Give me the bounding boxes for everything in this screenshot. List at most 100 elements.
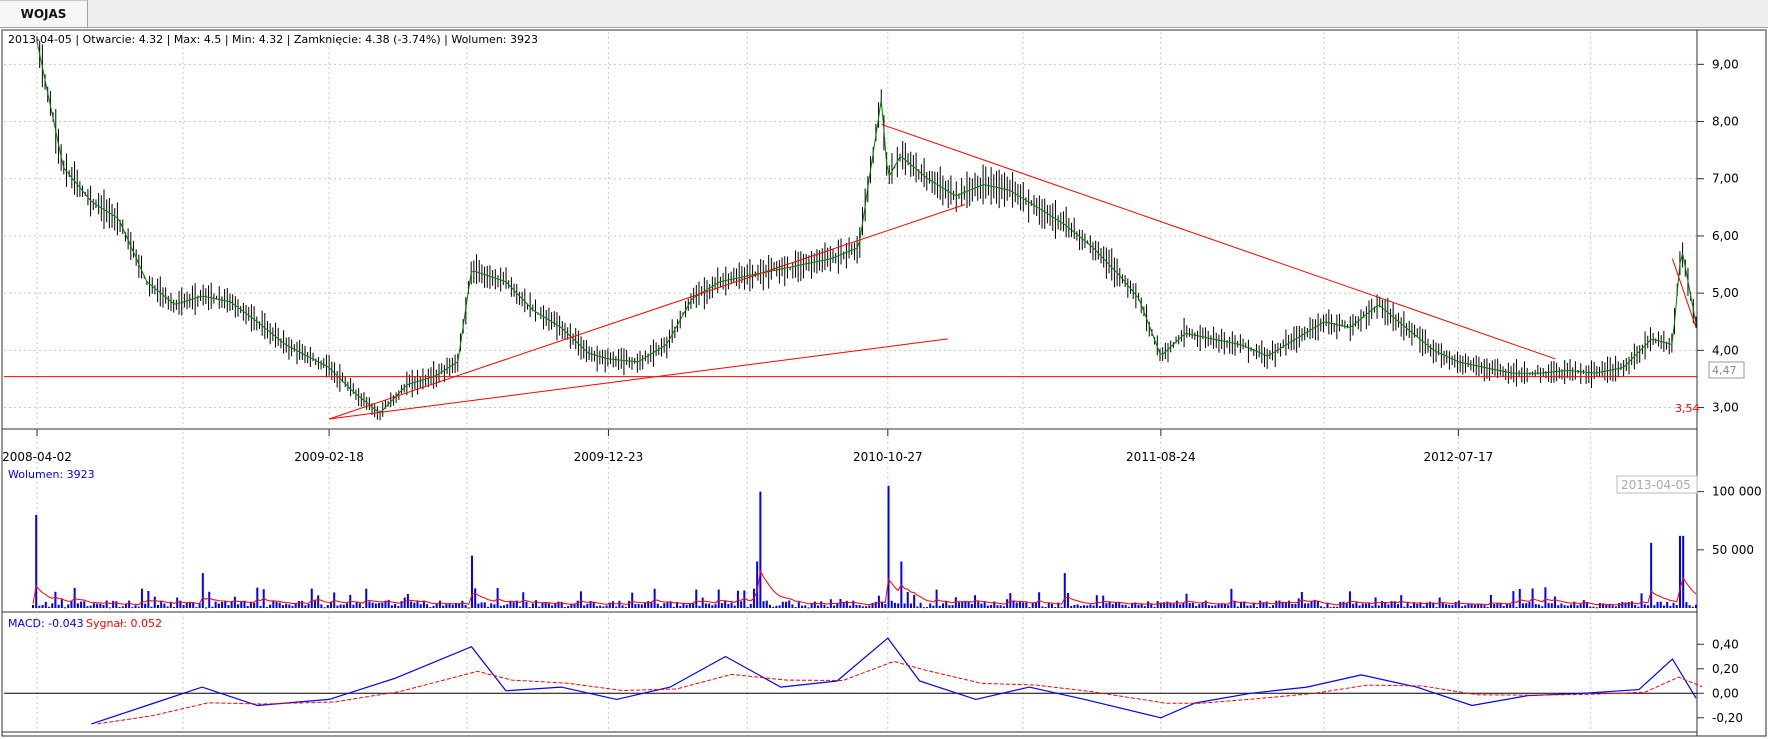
- volume-bar: [595, 606, 598, 608]
- price-y-tick-label: 4,00: [1712, 343, 1739, 357]
- volume-bar: [89, 605, 92, 608]
- volume-bar: [346, 603, 349, 608]
- volume-bar: [1595, 607, 1598, 609]
- volume-bar: [1179, 604, 1182, 608]
- volume-bar: [1682, 535, 1685, 608]
- volume-bar: [1326, 603, 1329, 608]
- volume-bar: [1227, 605, 1230, 608]
- volume-bar: [1047, 602, 1050, 608]
- volume-bar: [871, 602, 874, 608]
- volume-bar: [128, 600, 131, 608]
- volume-bar: [1521, 603, 1524, 608]
- volume-bar: [1214, 605, 1217, 608]
- volume-bar: [765, 600, 768, 608]
- tab-wojas[interactable]: WOJAS: [0, 0, 88, 27]
- volume-bar: [935, 589, 938, 608]
- volume-bar: [464, 605, 467, 608]
- volume-bar: [246, 605, 249, 608]
- volume-bar: [592, 602, 595, 608]
- volume-bar: [320, 604, 323, 608]
- volume-bar: [1483, 605, 1486, 608]
- volume-bar: [775, 605, 778, 608]
- volume-bar: [201, 573, 204, 608]
- volume-bar: [922, 607, 925, 609]
- volume-bar: [493, 604, 496, 608]
- chart-area[interactable]: 2008-04-02 2009-02-18 2009-12-23 2010-10-27…: [0, 28, 1768, 739]
- volume-bar: [861, 606, 864, 608]
- volume-bar: [999, 605, 1002, 608]
- volume-bar: [1115, 602, 1118, 608]
- volume-bar: [1461, 606, 1464, 608]
- volume-bar: [1223, 604, 1226, 608]
- x-tick-label: 2012-07-17: [1423, 450, 1493, 464]
- volume-bar: [445, 604, 448, 608]
- volume-bar: [1169, 603, 1172, 608]
- volume-bar: [1076, 604, 1079, 608]
- volume-bar: [378, 602, 381, 608]
- volume-bar: [1662, 605, 1665, 608]
- volume-bar: [631, 592, 634, 608]
- volume-bar: [938, 605, 941, 608]
- price-y-tick-label: 8,00: [1712, 115, 1739, 129]
- volume-bar: [1352, 603, 1355, 608]
- volume-bar: [1397, 604, 1400, 608]
- volume-bar: [772, 606, 775, 608]
- volume-bar: [519, 606, 522, 608]
- volume-bar: [551, 605, 554, 608]
- volume-bar: [1015, 602, 1018, 608]
- volume-bar: [865, 606, 868, 608]
- volume-bar: [554, 603, 557, 608]
- volume-bar: [1560, 603, 1563, 608]
- volume-bar: [426, 604, 429, 608]
- volume-bar: [688, 603, 691, 608]
- volume-bar: [362, 607, 365, 609]
- volume-bar: [951, 605, 954, 608]
- volume-bar: [429, 607, 432, 609]
- volume-bar: [172, 606, 175, 608]
- volume-bar: [855, 604, 858, 608]
- volume-bar: [285, 603, 288, 608]
- volume-y-tick-label: 100 000: [1712, 485, 1762, 499]
- volume-bar: [1477, 603, 1480, 608]
- price-y-tick-label: 6,00: [1712, 229, 1739, 243]
- volume-bar: [1153, 606, 1156, 608]
- volume-bar: [240, 601, 243, 608]
- volume-bar: [538, 606, 541, 608]
- volume-bar: [1073, 604, 1076, 608]
- volume-bar: [711, 605, 714, 608]
- volume-bar: [563, 607, 566, 609]
- volume-bar: [1175, 600, 1178, 608]
- volume-bar: [1544, 587, 1547, 608]
- volume-bar: [390, 605, 393, 608]
- volume-bar: [435, 603, 438, 608]
- volume-bar: [326, 604, 329, 608]
- volume-bar: [1092, 605, 1095, 608]
- volume-bar: [1294, 603, 1297, 608]
- volume-bar: [1541, 606, 1544, 608]
- volume-bar: [1124, 604, 1127, 608]
- volume-bar: [1272, 605, 1275, 608]
- volume-bar: [704, 603, 707, 608]
- volume-bar: [1534, 604, 1537, 608]
- volume-bar: [1060, 606, 1063, 608]
- volume-bar: [602, 606, 605, 608]
- volume-bar: [336, 605, 339, 608]
- volume-bar: [195, 607, 198, 609]
- volume-bar: [1518, 588, 1521, 608]
- volume-bar: [961, 601, 964, 608]
- volume-bar: [131, 607, 134, 609]
- volume-bar: [192, 602, 195, 608]
- volume-bar: [205, 607, 208, 609]
- volume-bar: [1502, 606, 1505, 608]
- volume-bar: [313, 600, 316, 608]
- volume-bar: [583, 605, 586, 608]
- volume-bar: [897, 603, 900, 608]
- volume-bar: [1127, 606, 1130, 608]
- volume-bar: [717, 589, 720, 608]
- volume-bar: [1695, 604, 1697, 608]
- volume-bar: [672, 606, 675, 608]
- volume-bar: [214, 601, 217, 608]
- volume-bar: [301, 600, 304, 608]
- volume-bar: [32, 604, 34, 608]
- ohlc-info: 2013-04-05 | Otwarcie: 4.32 | Max: 4.5 |…: [8, 33, 538, 46]
